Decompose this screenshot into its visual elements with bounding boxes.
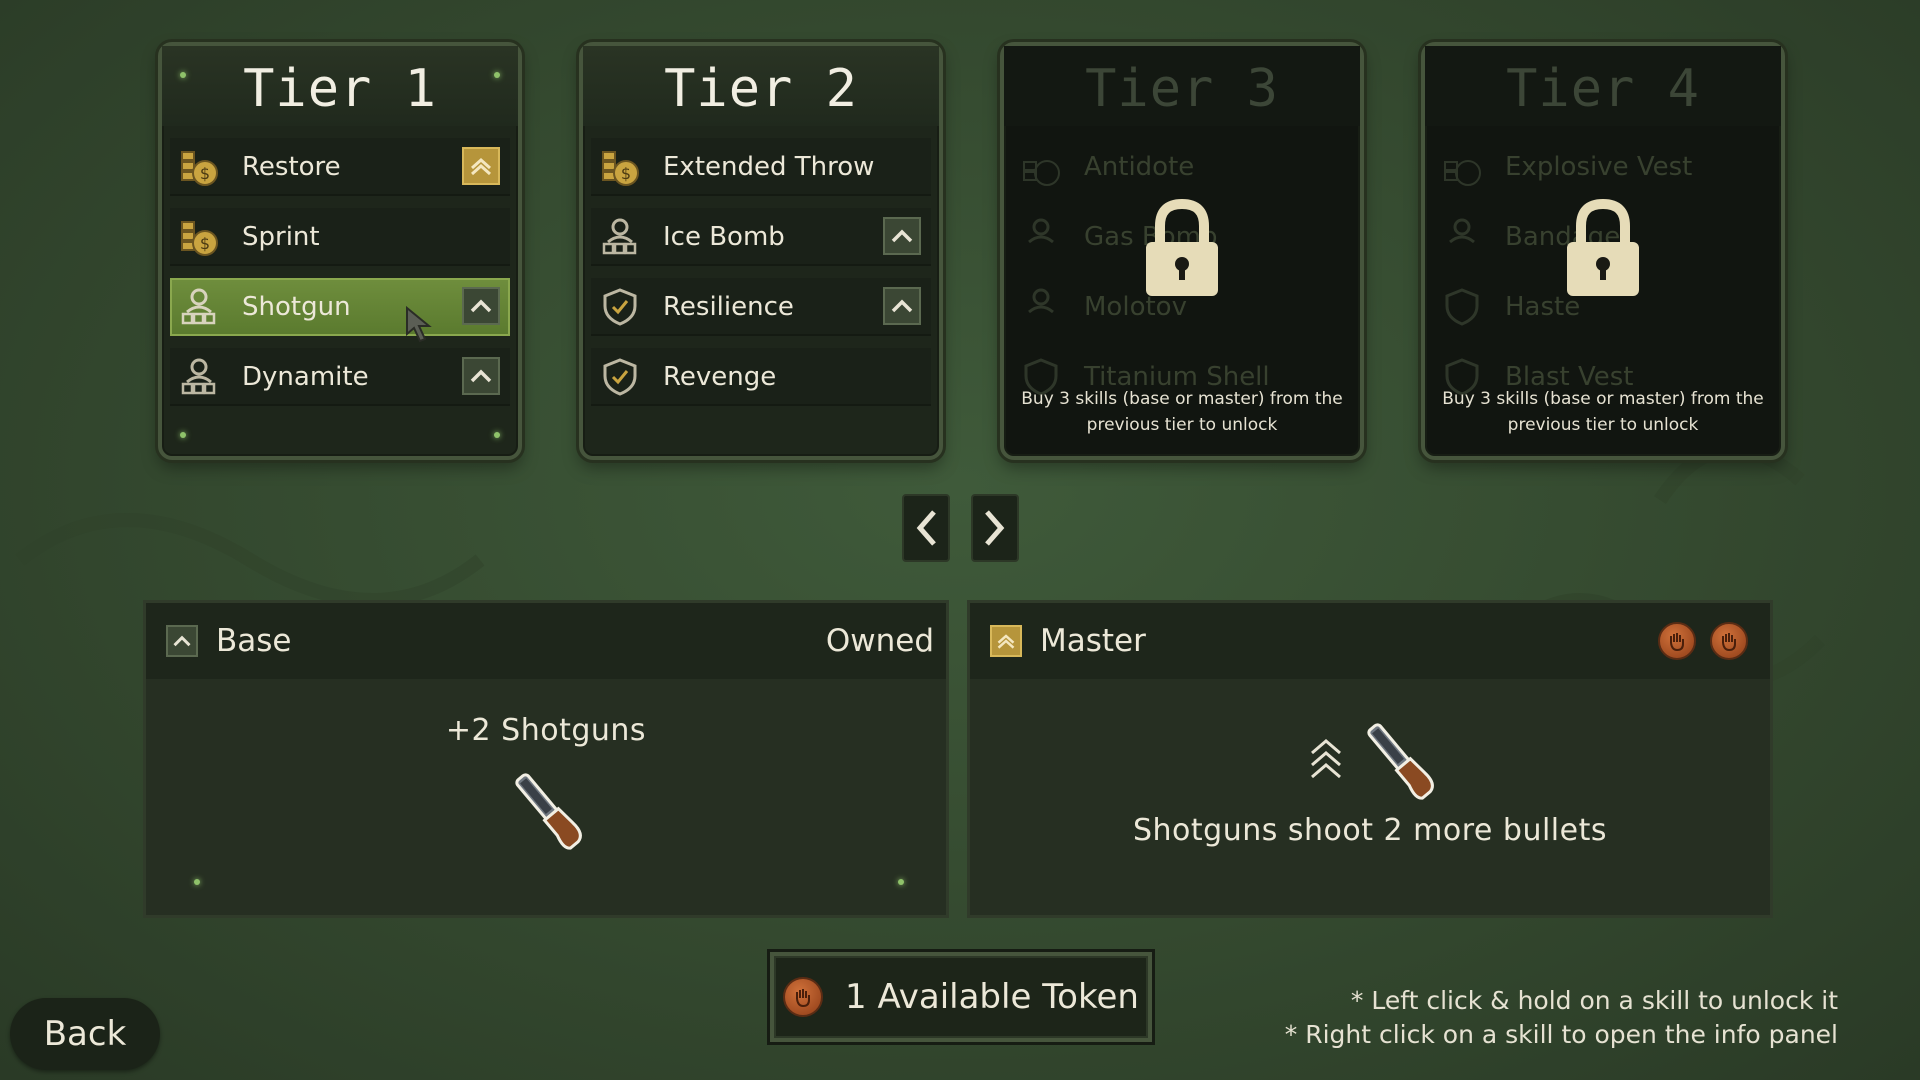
skill-shotgun[interactable]: Shotgun [170,278,510,343]
skill-revenge[interactable]: Revenge [591,348,931,406]
upgrade-icon [883,287,921,325]
skill-resilience[interactable]: Resilience [591,278,931,336]
shotgun-icon [1367,723,1434,800]
lock-icon [1004,196,1360,300]
shield-icon [597,284,643,330]
skill-label: Revenge [663,362,777,392]
panel-title: Base [216,623,292,659]
available-tokens-text: 1 Available Token [845,977,1139,1017]
back-button[interactable]: Back [10,998,160,1070]
soldier-icon [176,284,222,330]
skill-label: Resilience [663,292,794,322]
mouse-cursor-icon [406,306,432,343]
chevron-left-icon [916,510,936,546]
skill-label: Dynamite [242,362,369,392]
panel-title: Master [1040,623,1146,659]
coins-icon [1439,144,1485,190]
master-upgrade-icon [990,625,1022,657]
shield-icon [597,354,643,400]
master-upgrade-icon [462,147,500,185]
tier-card-2: Tier 2 $ Extended Throw Ice Bomb Resilie… [579,42,943,460]
skill-label: Restore [242,152,341,182]
card-corner-dot [494,72,500,78]
tier-title: Tier 1 [162,46,518,126]
tier-title: Tier 3 [1004,46,1360,126]
card-corner-dot [180,72,186,78]
skill-label: Explosive Vest [1505,152,1693,182]
base-panel-header: Base Owned [146,603,946,679]
coins-icon: $ [597,144,643,190]
chevron-right-icon [985,510,1005,546]
skill-dynamite[interactable]: Dynamite [170,348,510,406]
double-chevron-up-icon [1311,739,1341,779]
tier-card-1: Tier 1 $ Restore $ Sprint Shotgun Dynami… [158,42,522,460]
tier-card-4: Tier 4 Explosive Vest Bandage Haste Blas… [1421,42,1785,460]
upgrade-icon [462,357,500,395]
prev-page-button[interactable] [902,494,950,562]
base-description: +2 Shotguns [445,713,647,748]
svg-text:$: $ [200,234,210,253]
coins-icon: $ [176,144,222,190]
skill-restore[interactable]: $ Restore [170,138,510,196]
base-skill-panel: Base Owned +2 Shotguns [143,600,949,918]
coins-icon [1018,144,1064,190]
skill-label: Ice Bomb [663,222,785,252]
soldier-icon [176,354,222,400]
master-skill-panel: Master Shotguns shoot 2 more bullets [967,600,1773,918]
skill-label: Extended Throw [663,152,875,182]
coins-icon: $ [176,214,222,260]
upgrade-icon [883,217,921,255]
card-corner-dot [180,432,186,438]
skill-sprint[interactable]: $ Sprint [170,208,510,266]
hint-line-1: * Left click & hold on a skill to unlock… [1350,986,1838,1015]
svg-text:$: $ [621,164,631,183]
upgrade-icon [462,287,500,325]
skill-label: Antidote [1084,152,1195,182]
skill-antidote: Antidote [1012,138,1352,196]
tier-card-3: Tier 3 Antidote Gas Bomb Molotov Titaniu… [1000,42,1364,460]
panel-corner-dot [898,879,904,885]
upgrade-icon [166,625,198,657]
skill-explosive-vest: Explosive Vest [1433,138,1773,196]
token-hand-icon [783,977,824,1017]
next-page-button[interactable] [971,494,1019,562]
card-corner-dot [494,432,500,438]
master-description: Shotguns shoot 2 more bullets [1132,813,1607,848]
hint-line-2: * Right click on a skill to open the inf… [1284,1020,1838,1049]
unlock-requirement-text: Buy 3 skills (base or master) from the p… [1442,389,1764,435]
token-hand-icon [1710,622,1748,660]
skill-ice-bomb[interactable]: Ice Bomb [591,208,931,266]
skill-label: Shotgun [242,292,351,322]
token-hand-icon [1658,622,1696,660]
soldier-icon [597,214,643,260]
tier-title: Tier 4 [1425,46,1781,126]
skill-label: Sprint [242,222,320,252]
skill-extended-throw[interactable]: $ Extended Throw [591,138,931,196]
master-panel-header: Master [970,603,1770,679]
svg-text:$: $ [200,164,210,183]
owned-status: Owned [825,623,934,659]
shotgun-icon [515,773,582,850]
lock-icon [1425,196,1781,300]
available-tokens-box: 1 Available Token [770,952,1152,1042]
unlock-requirement-text: Buy 3 skills (base or master) from the p… [1021,389,1343,435]
panel-corner-dot [194,879,200,885]
tier-title: Tier 2 [583,46,939,126]
token-cost [1658,622,1748,660]
